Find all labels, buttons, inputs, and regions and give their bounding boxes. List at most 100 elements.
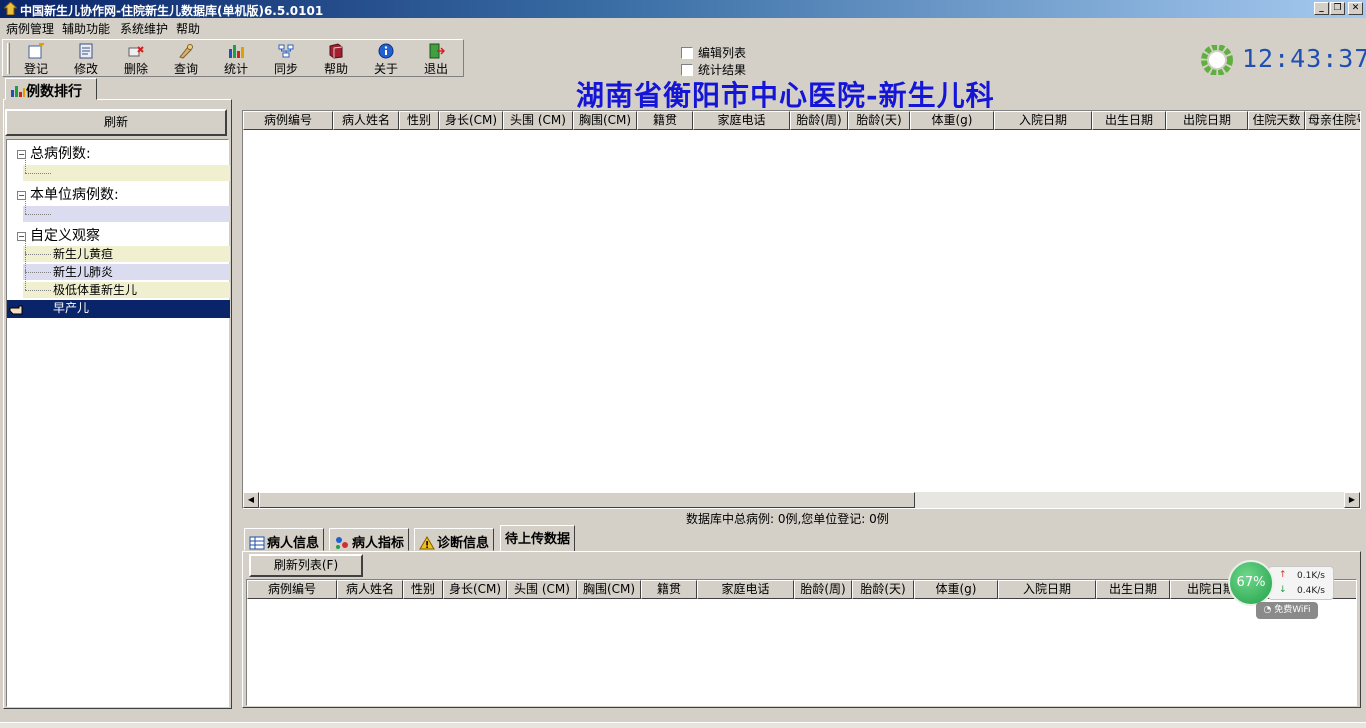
exit-door-icon	[429, 43, 445, 59]
tab-label: 诊断信息	[437, 536, 490, 551]
column-header[interactable]: 出院日期	[1166, 111, 1248, 130]
column-header[interactable]: 病例编号	[243, 111, 333, 130]
free-wifi-label: 免费WiFi	[1274, 605, 1311, 615]
info-icon	[378, 43, 394, 59]
tree-leaf-preterm[interactable]: 早产儿	[7, 300, 230, 318]
tree-leaf-total-value[interactable]	[23, 153, 230, 181]
refresh-list-button[interactable]: 刷新列表(F)	[249, 554, 363, 577]
memory-usage-ball[interactable]: 67%	[1228, 560, 1274, 606]
column-header[interactable]: 籍贯	[641, 580, 697, 599]
column-header[interactable]: 胎龄(天)	[848, 111, 910, 130]
column-header[interactable]: 胎龄(周)	[794, 580, 852, 599]
column-header[interactable]: 母亲住院号	[1305, 111, 1360, 130]
tree-leaf-pneumonia[interactable]: 新生儿肺炎	[23, 252, 230, 280]
column-header[interactable]: 头围 (CM)	[507, 580, 577, 599]
toolbar: 登记 修改 删除 查询 统计 同步 帮助 关于 退出	[2, 39, 464, 77]
query-button[interactable]: 查询	[163, 42, 209, 76]
app-icon	[4, 2, 17, 15]
network-speed-widget[interactable]: ↑ 0.1K/s ↓ 0.4K/s 67% ◔ 免费WiFi	[1228, 560, 1336, 622]
tree-leaf-unit-value[interactable]	[23, 194, 230, 222]
tab-patient-info[interactable]: 病人信息	[244, 528, 325, 551]
people-icon	[336, 537, 348, 549]
tab-pending-upload[interactable]: 待上传数据	[500, 525, 576, 552]
tree-leaf-jaundice[interactable]: 新生儿黄疸	[23, 234, 230, 262]
column-header[interactable]: 胎龄(周)	[790, 111, 848, 130]
tree-node-custom[interactable]: − 自定义观察	[7, 225, 100, 245]
free-wifi-button[interactable]: ◔ 免费WiFi	[1256, 602, 1318, 619]
statistics-icon	[229, 45, 244, 58]
exit-button[interactable]: 退出	[413, 42, 459, 76]
column-header[interactable]: 出生日期	[1096, 580, 1170, 599]
column-header[interactable]: 胎龄(天)	[852, 580, 914, 599]
column-header[interactable]: 家庭电话	[693, 111, 790, 130]
column-header[interactable]: 胸围(CM)	[577, 580, 641, 599]
sync-icon	[278, 44, 294, 58]
tree-leaf-label: 极低体重新生儿	[53, 283, 138, 297]
warning-icon	[419, 536, 435, 550]
table-grid-icon	[249, 536, 265, 550]
column-header[interactable]: 家庭电话	[697, 580, 794, 599]
toolbar-grip[interactable]	[7, 43, 10, 74]
column-header[interactable]: 性别	[403, 580, 443, 599]
case-tree: − 总病例数: − 本单位病例数: − 自定义观察 新生儿黄疸 新生儿肺炎 极低体重新…	[6, 139, 230, 707]
menu-help[interactable]: 帮助	[176, 20, 200, 37]
column-header[interactable]: 籍贯	[637, 111, 693, 130]
tab-label: 待上传数据	[505, 532, 571, 547]
column-header[interactable]: 住院天数	[1248, 111, 1305, 130]
register-label: 登记	[23, 62, 48, 76]
case-list-grid[interactable]: 病例编号 病人姓名 性别 身长(CM) 头围 (CM) 胸围(CM) 籍贯 家庭…	[242, 110, 1361, 509]
register-icon	[28, 43, 44, 59]
tab-patient-indicators[interactable]: 病人指标	[329, 528, 410, 551]
menu-case-management[interactable]: 病例管理	[6, 20, 54, 37]
tree-node-custom-label: 自定义观察	[30, 228, 100, 244]
column-header[interactable]: 出生日期	[1092, 111, 1166, 130]
about-button[interactable]: 关于	[363, 42, 409, 76]
edit-list-checkbox[interactable]: 编辑列表	[681, 44, 746, 61]
pending-upload-grid[interactable]: 病例编号 病人姓名 性别 身长(CM) 头围 (CM) 胸围(CM) 籍贯 家庭…	[246, 579, 1357, 706]
minimize-button[interactable]: _	[1314, 2, 1329, 15]
menu-auxiliary[interactable]: 辅助功能	[62, 20, 110, 37]
tree-leaf-vlbw[interactable]: 极低体重新生儿	[23, 270, 230, 298]
close-button[interactable]: ✕	[1348, 2, 1363, 15]
tree-node-total-label: 总病例数:	[30, 146, 91, 162]
refresh-button[interactable]: 刷新	[5, 109, 227, 136]
scroll-right-icon[interactable]: ▶	[1344, 492, 1360, 508]
help-button[interactable]: 帮助	[313, 42, 359, 76]
scrollbar-thumb[interactable]	[259, 492, 915, 508]
column-header[interactable]: 性别	[399, 111, 439, 130]
column-header[interactable]: 体重(g)	[914, 580, 998, 599]
title-bar: 中国新生儿协作网-住院新生儿数据库(单机版)6.5.0101 _ ❐ ✕	[0, 0, 1366, 18]
horizontal-scrollbar[interactable]: ◀ ▶	[243, 492, 1360, 508]
column-header[interactable]: 入院日期	[998, 580, 1096, 599]
statistics-button[interactable]: 统计	[213, 42, 259, 76]
column-header[interactable]: 入院日期	[994, 111, 1092, 130]
status-text: 数据库中总病例: 0例,您单位登记: 0例	[686, 512, 889, 526]
column-header[interactable]: 胸围(CM)	[573, 111, 637, 130]
edit-list-checkbox-box[interactable]	[681, 47, 693, 59]
tab-case-ranking[interactable]: 例数排行	[5, 78, 97, 100]
scroll-left-icon[interactable]: ◀	[243, 492, 259, 508]
register-button[interactable]: 登记	[13, 42, 59, 76]
column-header[interactable]: 体重(g)	[910, 111, 994, 130]
window-title: 中国新生儿协作网-住院新生儿数据库(单机版)6.5.0101	[20, 4, 324, 18]
column-header[interactable]: 病人姓名	[333, 111, 399, 130]
column-header[interactable]: 身长(CM)	[443, 580, 507, 599]
tree-node-total[interactable]: − 总病例数:	[7, 143, 91, 163]
tab-label: 病人指标	[352, 536, 405, 551]
tree-node-unit[interactable]: − 本单位病例数:	[7, 184, 119, 204]
menu-system-maintenance[interactable]: 系统维护	[120, 20, 168, 37]
column-header[interactable]: 病人姓名	[337, 580, 403, 599]
column-header[interactable]: 身长(CM)	[439, 111, 503, 130]
download-arrow-icon: ↓	[1279, 585, 1287, 595]
menu-bar: 病例管理 辅助功能 系统维护 帮助	[0, 18, 1366, 37]
tab-diagnosis-info[interactable]: 诊断信息	[414, 528, 495, 551]
exit-label: 退出	[423, 62, 448, 76]
delete-button[interactable]: 删除	[113, 42, 159, 76]
tree-leaf-label: 新生儿黄疸	[53, 247, 114, 261]
column-header[interactable]: 病例编号	[247, 580, 337, 599]
sync-button[interactable]: 同步	[263, 42, 309, 76]
column-header[interactable]: 头围 (CM)	[503, 111, 573, 130]
clock-icon	[1201, 45, 1233, 75]
restore-button[interactable]: ❐	[1330, 2, 1345, 15]
edit-button[interactable]: 修改	[63, 42, 109, 76]
